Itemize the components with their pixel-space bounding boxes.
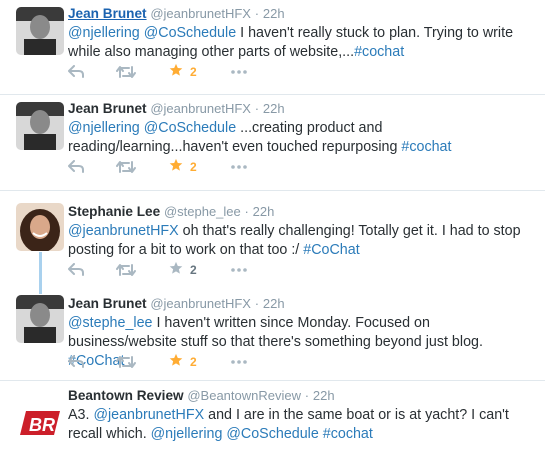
tweet-text: A3. @jeanbrunetHFX and I are in the same… (68, 406, 529, 444)
author-handle[interactable]: @BeantownReview (187, 388, 301, 403)
favorite-button[interactable]: 2 (169, 352, 197, 372)
hashtag-link[interactable]: #cochat (323, 426, 373, 442)
tweet[interactable]: Jean Brunet @jeanbrunetHFX · 22h @njelle… (0, 95, 545, 190)
favorite-count: 2 (190, 263, 197, 277)
separator-dot: · (254, 6, 260, 21)
mention-link[interactable]: @njellering (68, 120, 140, 136)
hashtag-link[interactable]: #CoChat (303, 242, 359, 258)
favorite-count: 2 (190, 65, 197, 79)
more-icon[interactable] (231, 62, 247, 82)
timestamp[interactable]: 22h (263, 101, 285, 116)
separator-dot: · (254, 296, 260, 311)
mention-link[interactable]: @CoSchedule (144, 120, 236, 136)
hashtag-link[interactable]: #cochat (354, 44, 404, 60)
favorite-button[interactable]: 2 (169, 260, 197, 280)
brand-logo-text: BR (29, 415, 55, 435)
mention-link[interactable]: @jeanbrunetHFX (68, 223, 179, 239)
mention-link[interactable]: @njellering (68, 25, 140, 41)
timestamp[interactable]: 22h (263, 296, 285, 311)
separator-dot: · (244, 204, 249, 219)
avatar[interactable] (16, 102, 64, 150)
tweet-text: @jeanbrunetHFX oh that's really challeng… (68, 222, 529, 260)
mention-link[interactable]: @CoSchedule (144, 25, 236, 41)
tweet[interactable]: Jean Brunet @jeanbrunetHFX · 22h @njelle… (0, 0, 545, 94)
author-handle[interactable]: @jeanbrunetHFX (150, 101, 251, 116)
separator-dot: · (304, 388, 310, 403)
reply-icon[interactable] (68, 157, 84, 177)
avatar[interactable] (16, 7, 64, 55)
mention-link[interactable]: @njellering (151, 426, 223, 442)
author-name[interactable]: Jean Brunet (68, 6, 147, 21)
author-name[interactable]: Stephanie Lee (68, 204, 160, 219)
tweet[interactable]: Jean Brunet @jeanbrunetHFX · 22h @stephe… (0, 288, 545, 380)
reply-icon[interactable] (68, 352, 84, 372)
tweet-actions: 2 (68, 352, 288, 372)
avatar[interactable]: BR (16, 405, 64, 441)
author-name[interactable]: Jean Brunet (68, 101, 147, 116)
reply-icon[interactable] (68, 260, 84, 280)
mention-link[interactable]: @stephe_lee (68, 315, 152, 331)
more-icon[interactable] (231, 260, 247, 280)
more-icon[interactable] (231, 352, 247, 372)
timestamp[interactable]: 22h (263, 6, 285, 21)
tweet-text: @njellering @CoSchedule I haven't really… (68, 24, 529, 62)
author-name[interactable]: Beantown Review (68, 388, 184, 403)
mention-link[interactable]: @jeanbrunetHFX (93, 407, 204, 423)
retweet-icon[interactable] (116, 157, 136, 177)
mention-link[interactable]: @CoSchedule (226, 426, 318, 442)
favorite-count: 2 (190, 160, 197, 174)
author-handle[interactable]: @jeanbrunetHFX (150, 6, 251, 21)
timestamp[interactable]: 22h (313, 388, 335, 403)
avatar[interactable] (16, 295, 64, 343)
retweet-icon[interactable] (116, 352, 136, 372)
retweet-icon[interactable] (116, 260, 136, 280)
tweet[interactable]: BR Beantown Review @BeantownReview · 22h… (0, 381, 545, 460)
tweet-actions: 2 (68, 260, 288, 280)
reply-icon[interactable] (68, 62, 84, 82)
tweet-prefix: A3. (68, 407, 90, 423)
favorite-count: 2 (190, 355, 197, 369)
author-handle[interactable]: @jeanbrunetHFX (150, 296, 251, 311)
tweet[interactable]: Stephanie Lee @stephe_lee · 22h @jeanbru… (0, 191, 545, 284)
author-handle[interactable]: @stephe_lee (164, 204, 241, 219)
hashtag-link[interactable]: #cochat (401, 139, 451, 155)
favorite-button[interactable]: 2 (169, 157, 197, 177)
avatar[interactable] (16, 203, 64, 251)
retweet-icon[interactable] (116, 62, 136, 82)
timestamp[interactable]: 22h (253, 204, 275, 219)
star-icon (169, 353, 183, 372)
more-icon[interactable] (231, 157, 247, 177)
separator-dot: · (254, 101, 260, 116)
star-icon (169, 158, 183, 177)
tweet-text: @njellering @CoSchedule ...creating prod… (68, 119, 529, 157)
tweet-actions: 2 (68, 157, 288, 177)
author-name[interactable]: Jean Brunet (68, 296, 147, 311)
star-icon (169, 63, 183, 82)
tweet-actions: 2 (68, 62, 288, 82)
favorite-button[interactable]: 2 (169, 62, 197, 82)
star-icon (169, 261, 183, 280)
